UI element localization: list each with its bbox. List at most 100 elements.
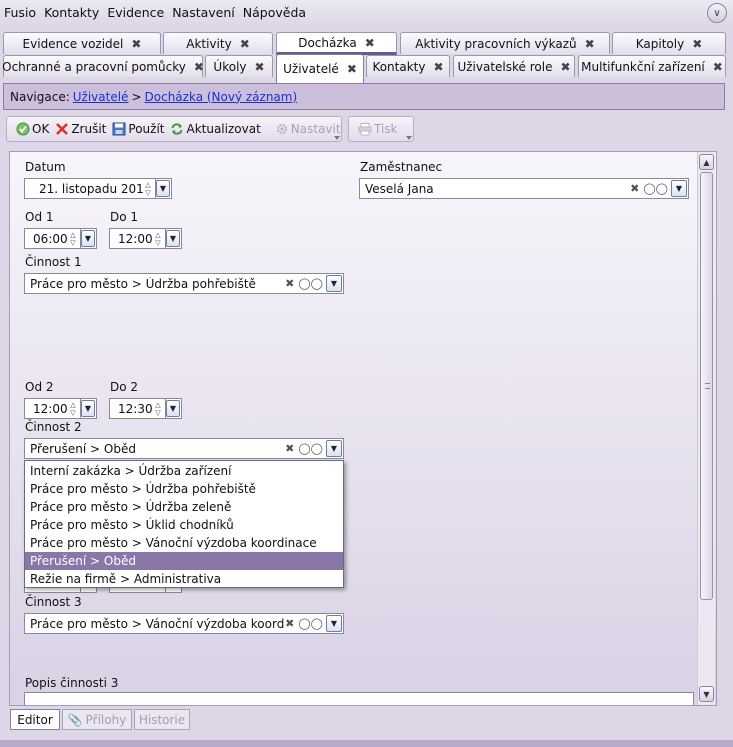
tab-multifunkcni-zarizeni[interactable]: Multifunkční zařízení ✖ [578, 55, 726, 77]
spin-down-icon[interactable]: ▽ [70, 239, 75, 247]
spin-up-icon[interactable]: △ [70, 231, 75, 239]
scroll-thumb[interactable] [700, 172, 713, 600]
from2-field[interactable]: 12:00 △ ▽ [24, 398, 81, 419]
to2-field[interactable]: 12:30 △ ▽ [109, 398, 166, 419]
employee-field[interactable]: Veselá Jana ✖ ◯◯ ▼ [359, 178, 689, 199]
clear-icon[interactable]: ✖ [285, 617, 294, 630]
chevron-down-icon[interactable]: ▼ [671, 180, 687, 197]
breadcrumb-link-dochazka[interactable]: Docházka (Nový záznam) [145, 90, 298, 104]
breadcrumb-link-uzivatele[interactable]: Uživatelé [73, 90, 129, 104]
spin-up-icon[interactable]: △ [155, 401, 160, 409]
from1-dropdown-button[interactable]: ▼ [80, 228, 97, 249]
clear-icon[interactable]: ✖ [630, 182, 639, 195]
from1-field[interactable]: 06:00 △ ▽ [24, 228, 81, 249]
activity1-label: Činnost 1 [25, 255, 82, 269]
scroll-down-button[interactable]: ▼ [699, 686, 714, 702]
description3-label: Popis činnosti 3 [25, 676, 119, 690]
chevron-down-icon[interactable]: ▼ [326, 440, 342, 457]
settings-button[interactable]: Nastavit [272, 118, 344, 140]
spin-up-icon[interactable]: △ [145, 181, 150, 189]
link-icon[interactable]: ◯◯ [298, 617, 323, 630]
clear-icon[interactable]: ✖ [285, 442, 294, 455]
tab-aktivity[interactable]: Aktivity ✖ [163, 32, 273, 54]
dropdown-option-selected[interactable]: Přerušení > Oběd [25, 552, 343, 570]
spin-down-icon[interactable]: ▽ [155, 239, 160, 247]
spin-up-icon[interactable]: △ [70, 401, 75, 409]
tab-prilohy[interactable]: 📎 Přílohy [62, 709, 132, 730]
date-field[interactable]: 21. listopadu 2017 △ ▽ [24, 178, 156, 199]
dropdown-option[interactable]: Práce pro město > Úklid chodníků [25, 516, 343, 534]
vertical-scrollbar[interactable]: ▲ ▼ [697, 152, 715, 705]
ok-button[interactable]: OK [13, 118, 52, 140]
close-icon[interactable]: ✖ [560, 60, 570, 74]
to2-spinner[interactable]: △ ▽ [153, 401, 163, 417]
close-icon[interactable]: ✖ [365, 36, 375, 50]
to1-spinner[interactable]: △ ▽ [153, 231, 163, 247]
spin-down-icon[interactable]: ▽ [70, 409, 75, 417]
spin-up-icon[interactable]: △ [155, 231, 160, 239]
close-icon[interactable]: ✖ [240, 37, 250, 51]
chevron-down-icon[interactable]: ▼ [326, 615, 342, 632]
date-dropdown-button[interactable]: ▼ [155, 178, 172, 199]
link-icon[interactable]: ◯◯ [298, 277, 323, 290]
menu-kontakty[interactable]: Kontakty [40, 0, 103, 26]
activity3-field[interactable]: Práce pro město > Vánoční výzdoba koordi… [24, 613, 344, 634]
from2-dropdown-button[interactable]: ▼ [80, 398, 97, 419]
print-button[interactable]: Tisk [355, 118, 401, 140]
scroll-up-button[interactable]: ▲ [699, 154, 714, 170]
tab-kontakty[interactable]: Kontakty ✖ [366, 55, 450, 77]
close-icon[interactable]: ✖ [347, 62, 357, 76]
tab-aktivity-pracovnich-vykazu[interactable]: Aktivity pracovních výkazů ✖ [400, 32, 610, 54]
menu-nastaveni[interactable]: Nastavení [168, 0, 239, 26]
tab-label: Uživatelské role [457, 59, 553, 74]
dropdown-option[interactable]: Práce pro město > Údržba pohřebiště [25, 480, 343, 498]
dropdown-option[interactable]: Práce pro město > Údržba zeleně [25, 498, 343, 516]
link-icon[interactable]: ◯◯ [643, 182, 668, 195]
close-icon[interactable]: ✖ [433, 60, 443, 74]
to1-dropdown-button[interactable]: ▼ [165, 228, 182, 249]
to1-field[interactable]: 12:00 △ ▽ [109, 228, 166, 249]
toolbar-grip[interactable] [334, 136, 340, 140]
description3-field[interactable] [24, 692, 694, 705]
toolbar-grip[interactable] [406, 136, 412, 140]
tab-ochranne-pomucky[interactable]: Ochranné a pracovní pomůcky ✖ [2, 55, 204, 77]
to2-dropdown-button[interactable]: ▼ [165, 398, 182, 419]
link-icon[interactable]: ◯◯ [298, 442, 323, 455]
clear-icon[interactable]: ✖ [285, 277, 294, 290]
dropdown-option[interactable]: Práce pro město > Vánoční výzdoba koordi… [25, 534, 343, 552]
menu-napoveda[interactable]: Nápověda [239, 0, 310, 26]
close-icon[interactable]: ✖ [131, 37, 141, 51]
tab-uzivatelske-role[interactable]: Uživatelské role ✖ [453, 55, 575, 77]
cancel-button[interactable]: Zrušit [52, 118, 109, 140]
menu-fusio[interactable]: Fusio [0, 0, 40, 26]
tab-editor[interactable]: Editor [10, 709, 60, 730]
chevron-down-icon: ▼ [156, 180, 170, 197]
tab-label: Historie [138, 712, 186, 727]
from2-spinner[interactable]: △ ▽ [68, 401, 78, 417]
close-icon[interactable]: ✖ [255, 60, 265, 74]
tab-dochazka[interactable]: Docházka ✖ [276, 32, 397, 55]
activity2-field[interactable]: Přerušení > Oběd ✖ ◯◯ ▼ [24, 438, 344, 459]
collapse-ribbon-button[interactable]: ∨ [707, 3, 727, 23]
tab-ukoly[interactable]: Úkoly ✖ [205, 55, 273, 77]
spin-down-icon[interactable]: ▽ [155, 409, 160, 417]
refresh-button[interactable]: Aktualizovat [167, 118, 263, 140]
apply-button[interactable]: Použít [109, 118, 167, 140]
date-spinner[interactable]: △ ▽ [143, 181, 153, 197]
tab-uzivatele[interactable]: Uživatelé ✖ [276, 54, 364, 83]
menu-evidence[interactable]: Evidence [103, 0, 168, 26]
tab-historie[interactable]: Historie [134, 709, 190, 730]
close-icon[interactable]: ✖ [194, 60, 204, 74]
chevron-down-icon[interactable]: ▼ [326, 275, 342, 292]
dropdown-option[interactable]: Režie na firmě > Administrativa [25, 570, 343, 588]
spin-down-icon[interactable]: ▽ [145, 189, 150, 197]
dropdown-option[interactable]: Interní zakázka > Údržba zařízení [25, 462, 343, 480]
close-icon[interactable]: ✖ [692, 37, 702, 51]
close-icon[interactable]: ✖ [713, 60, 723, 74]
from1-spinner[interactable]: △ ▽ [68, 231, 78, 247]
tab-kapitoly[interactable]: Kapitoly ✖ [612, 32, 726, 54]
activity1-field[interactable]: Práce pro město > Údržba pohřebiště ✖ ◯◯… [24, 273, 344, 294]
tab-evidence-vozidel[interactable]: Evidence vozidel ✖ [3, 32, 161, 54]
ok-check-icon [16, 122, 30, 136]
close-icon[interactable]: ✖ [585, 37, 595, 51]
